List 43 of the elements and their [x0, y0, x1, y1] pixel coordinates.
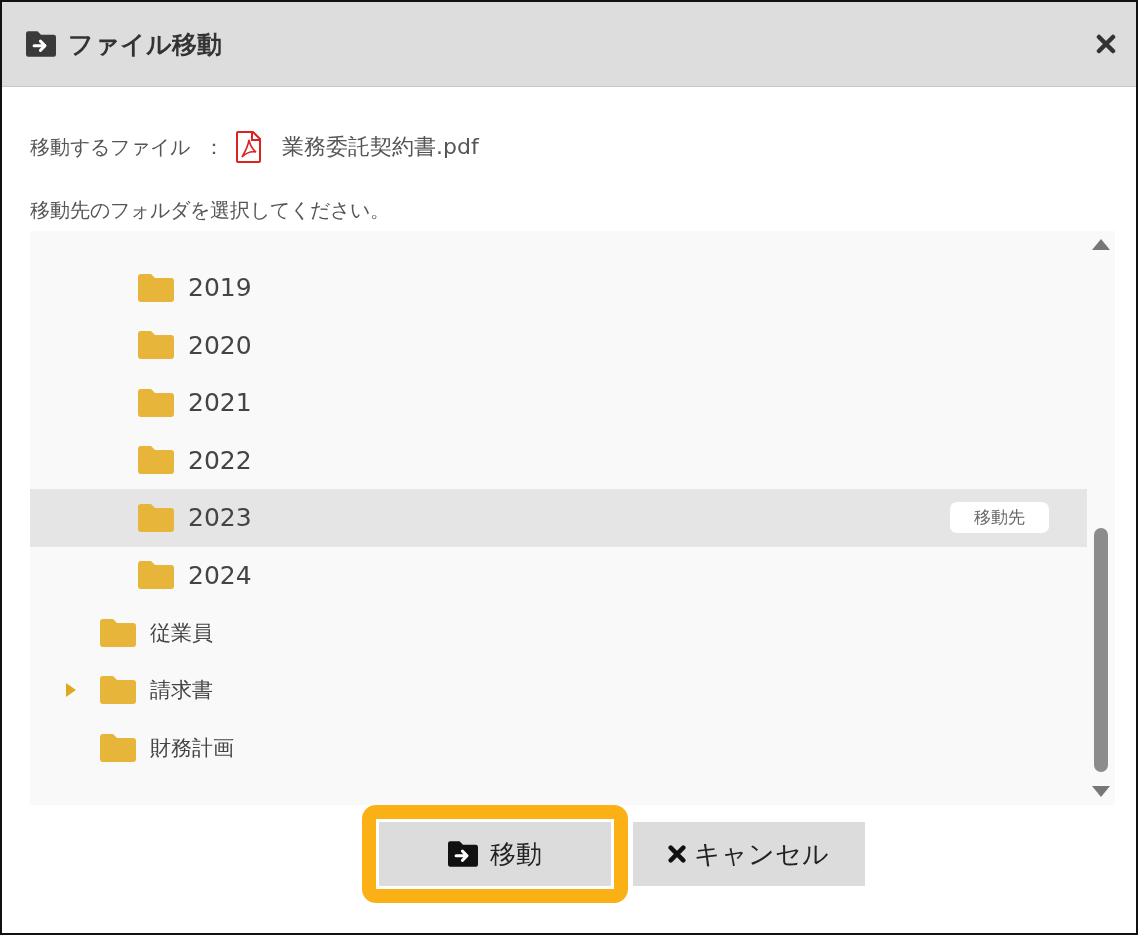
pdf-file-icon: [236, 130, 262, 164]
folder-icon: [100, 618, 136, 647]
folder-name: 2024: [188, 560, 252, 590]
folder-icon: [138, 446, 174, 475]
folder-name: 2023: [188, 503, 252, 533]
scroll-up-icon[interactable]: [1092, 239, 1110, 250]
folder-row[interactable]: 2021: [30, 374, 1087, 432]
folder-row[interactable]: 財務計画: [30, 719, 1087, 777]
folder-name: 財務計画: [150, 734, 234, 762]
folder-name: 2019: [188, 273, 252, 303]
folder-row[interactable]: 2020: [30, 316, 1087, 374]
cancel-button[interactable]: キャンセル: [632, 822, 865, 886]
folder-icon: [138, 561, 174, 590]
folder-icon: [100, 733, 136, 762]
folder-icon: [138, 331, 174, 360]
folder-arrow-icon: [447, 841, 478, 867]
folder-icon: [100, 676, 136, 705]
folder-arrow-icon: [26, 31, 56, 57]
folder-row[interactable]: 2024: [30, 546, 1087, 604]
folder-row[interactable]: 従業員: [30, 604, 1087, 662]
folder-name: 2022: [188, 445, 252, 475]
close-icon[interactable]: [1096, 34, 1116, 54]
scrollbar-thumb[interactable]: [1094, 528, 1108, 772]
scroll-down-icon[interactable]: [1092, 786, 1110, 797]
file-name: 業務委託契約書.pdf: [282, 133, 479, 161]
instruction-text: 移動先のフォルダを選択してください。: [30, 197, 391, 224]
folder-icon: [138, 273, 174, 302]
folder-row[interactable]: 2022: [30, 431, 1087, 489]
folder-row[interactable]: 請求書: [30, 661, 1087, 719]
dialog-title: ファイル移動: [68, 28, 223, 61]
move-button[interactable]: 移動: [378, 822, 611, 886]
folder-row[interactable]: 2019: [30, 259, 1087, 317]
destination-badge: 移動先: [950, 502, 1049, 534]
folder-row[interactable]: 2023 移動先: [30, 489, 1087, 547]
folder-name: 従業員: [150, 619, 213, 647]
folder-name: 2020: [188, 330, 252, 360]
folder-icon: [138, 388, 174, 417]
folder-name: 2021: [188, 388, 252, 418]
folder-icon: [138, 503, 174, 532]
file-label: 移動するファイル: [30, 133, 190, 161]
separator: ：: [204, 133, 224, 161]
close-icon: [668, 845, 686, 863]
folder-name: 請求書: [150, 677, 213, 705]
